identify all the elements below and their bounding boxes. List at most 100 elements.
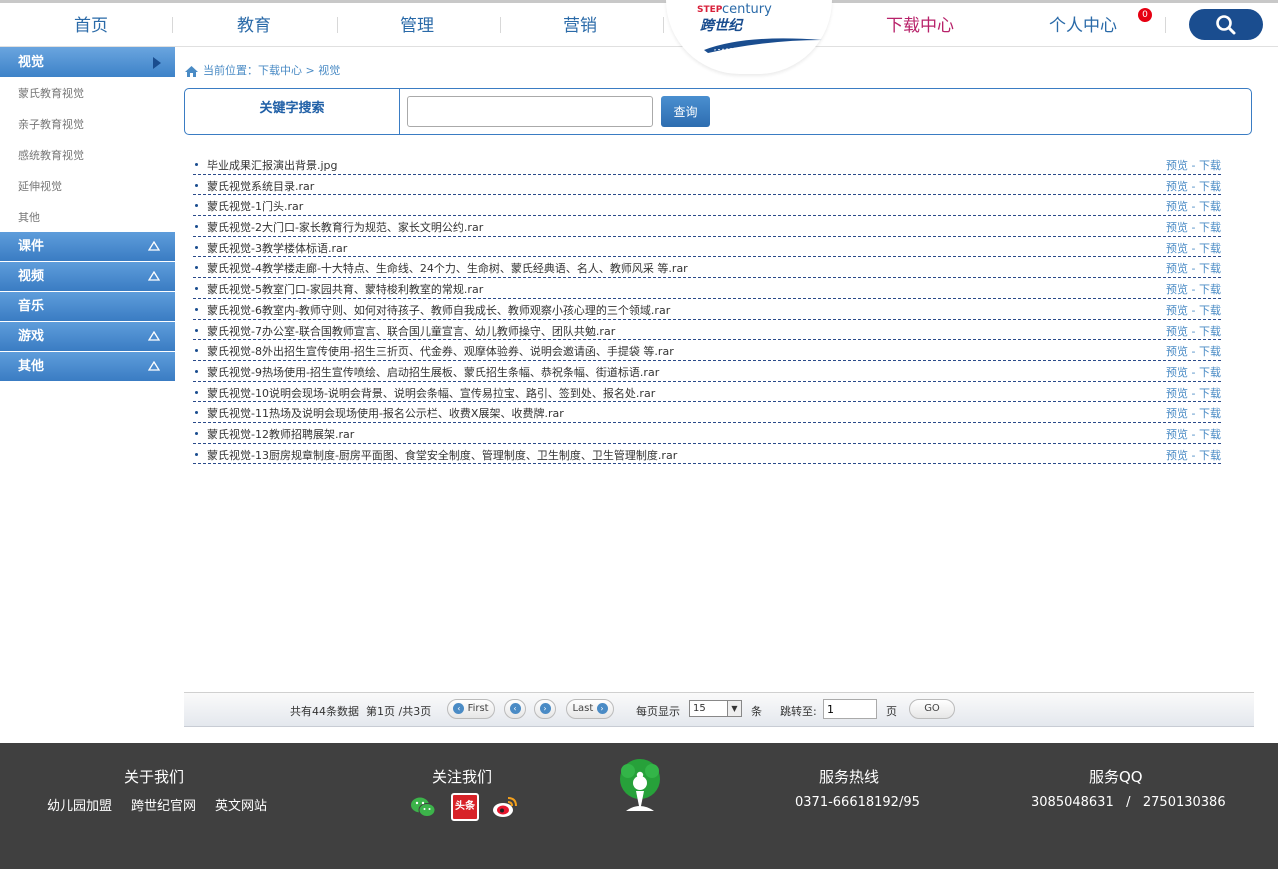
nav-management[interactable]: 管理 <box>378 13 456 39</box>
download-link[interactable]: 下载 <box>1199 428 1221 441</box>
bullet-icon <box>195 287 198 291</box>
download-link[interactable]: 下载 <box>1199 242 1221 255</box>
tree-logo-icon <box>620 759 660 811</box>
nav-personal-center[interactable]: 个人中心 <box>1038 13 1128 39</box>
preview-link[interactable]: 预览 <box>1166 304 1188 317</box>
download-link[interactable]: 下载 <box>1199 221 1221 234</box>
preview-link[interactable]: 预览 <box>1166 345 1188 358</box>
about-us-title: 关于我们 <box>124 768 185 786</box>
action-separator: - <box>1188 221 1199 235</box>
dropdown-arrow-icon: ▼ <box>727 701 741 716</box>
download-link[interactable]: 下载 <box>1199 366 1221 379</box>
file-row: 蒙氏视觉-1门头.rar 预览 - 下载 <box>193 195 1221 217</box>
preview-link[interactable]: 预览 <box>1166 449 1188 462</box>
sidebar-section-visual[interactable]: 视觉 <box>0 47 175 78</box>
triangle-up-icon <box>148 241 160 251</box>
file-row: 蒙氏视觉-13厨房规章制度-厨房平面图、食堂安全制度、管理制度、卫生制度、卫生管… <box>193 444 1221 465</box>
service-qq-numbers: 3085048631 / 2750130386 <box>1031 795 1226 810</box>
preview-link[interactable]: 预览 <box>1166 159 1188 172</box>
last-page-button[interactable]: Last › <box>566 699 614 719</box>
breadcrumb: 当前位置：下载中心 > 视觉 <box>184 62 340 80</box>
sidebar-group-games[interactable]: 游戏 <box>0 322 175 352</box>
search-button[interactable] <box>1189 9 1263 40</box>
chevron-right-icon: › <box>539 702 551 714</box>
sidebar-group-video[interactable]: 视频 <box>0 262 175 292</box>
download-link[interactable]: 下载 <box>1199 304 1221 317</box>
download-link[interactable]: 下载 <box>1199 180 1221 193</box>
preview-link[interactable]: 预览 <box>1166 325 1188 338</box>
query-button[interactable]: 查询 <box>661 96 710 127</box>
file-name: 蒙氏视觉-12教师招聘展架.rar <box>207 427 355 441</box>
file-row: 蒙氏视觉-4教学楼走廊-十大特点、生命线、24个力、生命树、蒙氏经典语、名人、教… <box>193 257 1221 279</box>
action-separator: - <box>1188 448 1199 462</box>
sidebar-group-courseware[interactable]: 课件 <box>0 232 175 262</box>
official-site-link[interactable]: 跨世纪官网 <box>131 795 196 814</box>
action-separator: - <box>1188 324 1199 338</box>
file-actions: 预览 - 下载 <box>1166 198 1221 214</box>
file-actions: 预览 - 下载 <box>1166 405 1221 421</box>
download-link[interactable]: 下载 <box>1199 262 1221 275</box>
search-icon <box>1216 15 1236 35</box>
preview-link[interactable]: 预览 <box>1166 262 1188 275</box>
file-row: 蒙氏视觉-6教室内-教师守则、如何对待孩子、教师自我成长、教师观察小孩心理的三个… <box>193 299 1221 320</box>
sidebar-item-sensory-visual[interactable]: 感统教育视觉 <box>0 140 175 171</box>
file-actions: 预览 - 下载 <box>1166 302 1221 318</box>
preview-link[interactable]: 预览 <box>1166 407 1188 420</box>
download-link[interactable]: 下载 <box>1199 200 1221 213</box>
download-link[interactable]: 下载 <box>1199 325 1221 338</box>
nav-marketing[interactable]: 营销 <box>541 13 619 39</box>
nav-home[interactable]: 首页 <box>52 13 130 39</box>
preview-link[interactable]: 预览 <box>1166 366 1188 379</box>
download-link[interactable]: 下载 <box>1199 449 1221 462</box>
last-page-label: Last <box>572 703 594 714</box>
preview-link[interactable]: 预览 <box>1166 387 1188 400</box>
first-page-button[interactable]: ‹ First <box>447 699 495 719</box>
download-link[interactable]: 下载 <box>1199 387 1221 400</box>
download-link[interactable]: 下载 <box>1199 159 1221 172</box>
nav-divider <box>172 17 173 33</box>
sidebar-group-music[interactable]: 音乐 <box>0 292 175 322</box>
sidebar-group-other[interactable]: 其他 <box>0 352 175 382</box>
keyword-search-input[interactable] <box>407 96 653 127</box>
sidebar-group-label: 课件 <box>18 239 45 254</box>
sidebar-item-montessori-visual[interactable]: 蒙氏教育视觉 <box>0 78 175 109</box>
top-navigation: 首页 教育 管理 营销 下载中心 个人中心 0 <box>0 0 1278 47</box>
next-page-button[interactable]: › <box>534 699 556 719</box>
download-link[interactable]: 下载 <box>1199 283 1221 296</box>
action-separator: - <box>1188 365 1199 379</box>
file-name: 蒙氏视觉-11热场及说明会现场使用-报名公示栏、收费X展架、收费牌.rar <box>207 407 564 421</box>
preview-link[interactable]: 预览 <box>1166 283 1188 296</box>
weibo-icon[interactable] <box>491 793 519 821</box>
per-page-select[interactable]: 15 ▼ <box>689 700 742 717</box>
per-page-label: 每页显示 <box>636 705 680 718</box>
sidebar-item-extended-visual[interactable]: 延伸视觉 <box>0 171 175 202</box>
sidebar-item-other[interactable]: 其他 <box>0 202 175 232</box>
jump-page-input[interactable] <box>823 699 877 719</box>
download-link[interactable]: 下载 <box>1199 345 1221 358</box>
toutiao-icon[interactable]: 头条 <box>451 793 479 821</box>
home-icon[interactable] <box>184 65 199 78</box>
breadcrumb-text[interactable]: 当前位置：下载中心 > 视觉 <box>203 64 340 77</box>
download-link[interactable]: 下载 <box>1199 407 1221 420</box>
triangle-up-icon <box>148 361 160 371</box>
triangle-up-icon <box>148 271 160 281</box>
go-button[interactable]: GO <box>909 699 955 719</box>
preview-link[interactable]: 预览 <box>1166 428 1188 441</box>
sidebar-item-parent-child-visual[interactable]: 亲子教育视觉 <box>0 109 175 140</box>
bullet-icon <box>195 266 198 270</box>
preview-link[interactable]: 预览 <box>1166 180 1188 193</box>
preview-link[interactable]: 预览 <box>1166 242 1188 255</box>
kindergarten-franchise-link[interactable]: 幼儿园加盟 <box>47 795 112 814</box>
jump-label: 跳转至: <box>780 705 817 718</box>
preview-link[interactable]: 预览 <box>1166 200 1188 213</box>
file-name: 蒙氏视觉-8外出招生宣传使用-招生三折页、代金券、观摩体验券、说明会邀请函、手提… <box>207 345 674 359</box>
file-actions: 预览 - 下载 <box>1166 323 1221 339</box>
nav-education[interactable]: 教育 <box>215 13 293 39</box>
file-row: 蒙氏视觉-7办公室-联合国教师宣言、联合国儿童宣言、幼儿教师操守、团队共勉.ra… <box>193 320 1221 341</box>
prev-page-button[interactable]: ‹ <box>504 699 526 719</box>
nav-download-center[interactable]: 下载中心 <box>875 13 965 39</box>
wechat-icon[interactable] <box>409 793 437 821</box>
brand-logo[interactable]: STEP century 跨世纪 <box>666 0 832 74</box>
preview-link[interactable]: 预览 <box>1166 221 1188 234</box>
english-site-link[interactable]: 英文网站 <box>215 795 267 814</box>
